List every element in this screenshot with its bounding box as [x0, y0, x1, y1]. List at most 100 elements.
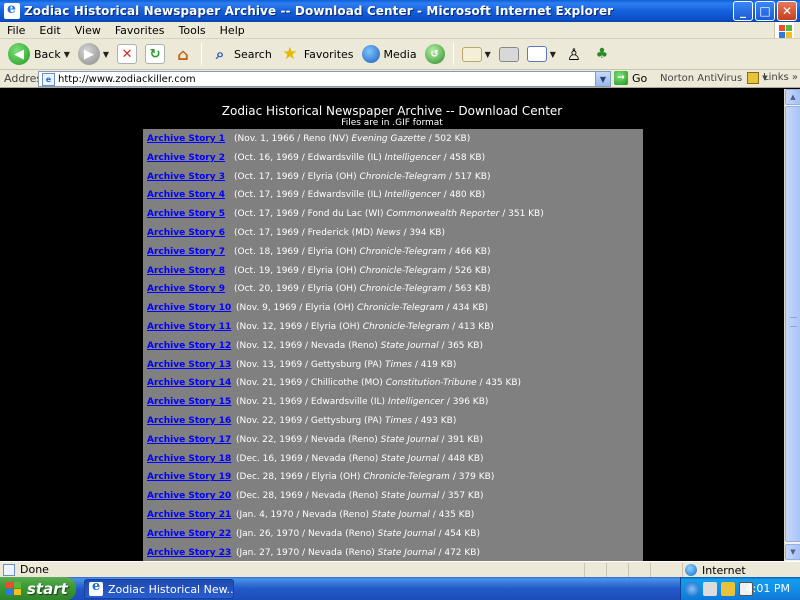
story-newspaper: Intelligencer [384, 190, 441, 201]
archive-story-link[interactable]: Archive Story 10 [147, 303, 231, 313]
story-row: Archive Story 12 (Nov. 12, 1969 / Nevada … [143, 337, 643, 355]
mail-dropdown-icon[interactable]: ▼ [485, 50, 491, 59]
menu-file[interactable]: File [0, 24, 32, 37]
story-date-location: (Oct. 20, 1969 / Elyria (OH) [234, 284, 360, 295]
story-newspaper: Chronicle-Telegram [359, 265, 447, 276]
menu-tools[interactable]: Tools [172, 24, 213, 37]
search-label: Search [234, 47, 272, 61]
archive-story-link[interactable]: Archive Story 15 [147, 397, 231, 407]
back-dropdown-icon[interactable]: ▼ [64, 50, 70, 59]
taskbar-ie-window[interactable]: Zodiac Historical New... [84, 579, 234, 599]
back-button[interactable]: ◀ Back ▼ [4, 41, 74, 67]
archive-story-link[interactable]: Archive Story 5 [147, 209, 225, 219]
archive-story-link[interactable]: Archive Story 16 [147, 416, 231, 426]
story-date-location: (Dec. 16, 1969 / Nevada (Reno) [236, 453, 382, 464]
archive-story-link[interactable]: Archive Story 1 [147, 134, 225, 144]
window-title-bar[interactable]: Zodiac Historical Newspaper Archive -- D… [0, 0, 800, 22]
window-controls: _ □ ✕ [733, 1, 797, 21]
network-icon[interactable] [685, 581, 699, 596]
story-date-location: (Nov. 21, 1969 / Chillicothe (MO) [236, 378, 386, 389]
archive-story-link[interactable]: Archive Story 13 [147, 360, 231, 370]
clock[interactable]: 4:01 PM [746, 582, 790, 595]
story-info: (Oct. 17, 1969 / Edwardsville (IL) Intel… [234, 190, 485, 200]
archive-story-link[interactable]: Archive Story 14 [147, 378, 231, 388]
forward-button[interactable]: ▶ ▼ [74, 41, 113, 67]
zone-label: Internet [702, 563, 746, 577]
mail-button[interactable]: ▼ [458, 41, 495, 67]
menu-favorites[interactable]: Favorites [108, 24, 172, 37]
archive-story-link[interactable]: Archive Story 17 [147, 435, 231, 445]
story-file-size: / 413 KB) [449, 322, 494, 332]
archive-story-link[interactable]: Archive Story 11 [147, 322, 231, 332]
archive-story-link[interactable]: Archive Story 4 [147, 190, 225, 200]
archive-story-link[interactable]: Archive Story 19 [147, 472, 231, 482]
start-button[interactable]: start [0, 577, 76, 600]
story-info: (Nov. 9, 1969 / Elyria (OH) Chronicle-Te… [236, 303, 488, 313]
history-button[interactable]: ↺ [421, 41, 449, 67]
media-button[interactable]: Media [358, 41, 421, 67]
links-button[interactable]: Links [763, 72, 798, 83]
taskbar: start Zodiac Historical New... 4:01 PM [0, 577, 800, 600]
story-row: Archive Story 15 (Nov. 21, 1969 / Edwards… [143, 393, 643, 411]
go-button[interactable]: → Go [614, 71, 647, 85]
favorites-button[interactable]: ★ Favorites [276, 41, 358, 67]
archive-story-link[interactable]: Archive Story 9 [147, 284, 225, 294]
refresh-button[interactable]: ↻ [141, 41, 169, 67]
forward-dropdown-icon[interactable]: ▼ [103, 50, 109, 59]
scrollbar-thumb[interactable] [785, 106, 800, 542]
edit-button[interactable]: ▼ [523, 41, 560, 67]
story-file-size: / 351 KB) [499, 209, 544, 220]
menu-view[interactable]: View [68, 24, 108, 37]
edit-page-icon [526, 46, 547, 62]
search-button[interactable]: ⌕ Search [206, 41, 276, 67]
print-button[interactable] [495, 41, 523, 67]
menu-help[interactable]: Help [213, 24, 252, 37]
stop-button[interactable]: ✕ [113, 41, 141, 67]
archive-story-link[interactable]: Archive Story 8 [147, 266, 225, 276]
story-newspaper: Chronicle-Telegram [359, 246, 447, 257]
antivirus-icon[interactable] [721, 581, 735, 596]
address-field[interactable]: e ▼ [38, 71, 611, 87]
scroll-up-arrow-icon[interactable]: ▲ [785, 89, 800, 105]
discuss-button[interactable]: ♙ [560, 41, 588, 67]
edit-dropdown-icon[interactable]: ▼ [550, 50, 556, 59]
toolbar-separator [452, 43, 454, 65]
messenger-button[interactable]: ♣ [588, 41, 616, 67]
archive-story-link[interactable]: Archive Story 20 [147, 491, 231, 501]
vertical-scrollbar[interactable]: ▲ ▼ [784, 89, 800, 561]
minimize-button[interactable]: _ [733, 1, 753, 21]
story-file-size: / 434 KB) [443, 303, 489, 314]
status-text: Done [20, 563, 49, 576]
story-date-location: (Oct. 19, 1969 / Elyria (OH) [234, 265, 360, 276]
archive-story-link[interactable]: Archive Story 22 [147, 529, 231, 539]
close-button[interactable]: ✕ [777, 1, 797, 21]
maximize-button[interactable]: □ [755, 1, 775, 21]
archive-story-link[interactable]: Archive Story 6 [147, 228, 225, 238]
norton-antivirus-button[interactable]: Norton AntiVirus ▼ [660, 72, 768, 84]
story-date-location: (Oct. 17, 1969 / Elyria (OH) [234, 171, 360, 182]
address-dropdown-icon[interactable]: ▼ [595, 72, 610, 86]
archive-story-link[interactable]: Archive Story 7 [147, 247, 225, 257]
favorites-label: Favorites [303, 47, 354, 61]
home-icon: ⌂ [177, 44, 189, 64]
archive-story-link[interactable]: Archive Story 18 [147, 454, 231, 464]
story-file-size: / 493 KB) [411, 416, 457, 426]
story-date-location: (Oct. 17, 1969 / Frederick (MD) [234, 228, 377, 238]
address-input[interactable] [58, 72, 578, 86]
archive-story-link[interactable]: Archive Story 23 [147, 548, 231, 558]
scroll-down-arrow-icon[interactable]: ▼ [785, 544, 800, 560]
archive-story-link[interactable]: Archive Story 12 [147, 341, 231, 351]
story-info: (Nov. 22, 1969 / Nevada (Reno) State Jou… [236, 435, 483, 445]
story-info: (Oct. 17, 1969 / Fond du Lac (WI) Common… [234, 209, 544, 219]
archive-story-link[interactable]: Archive Story 2 [147, 153, 225, 163]
archive-story-link[interactable]: Archive Story 21 [147, 510, 231, 520]
windows-flag-icon [6, 581, 22, 596]
menu-edit[interactable]: Edit [32, 24, 67, 37]
archive-story-link[interactable]: Archive Story 3 [147, 172, 225, 182]
story-newspaper: Commonwealth Reporter [386, 209, 500, 220]
story-file-size: / 466 KB) [446, 246, 491, 257]
system-tray: 4:01 PM [680, 577, 800, 600]
volume-icon[interactable] [703, 581, 717, 596]
home-button[interactable]: ⌂ [169, 41, 197, 67]
story-file-size: / 502 KB) [425, 134, 471, 144]
